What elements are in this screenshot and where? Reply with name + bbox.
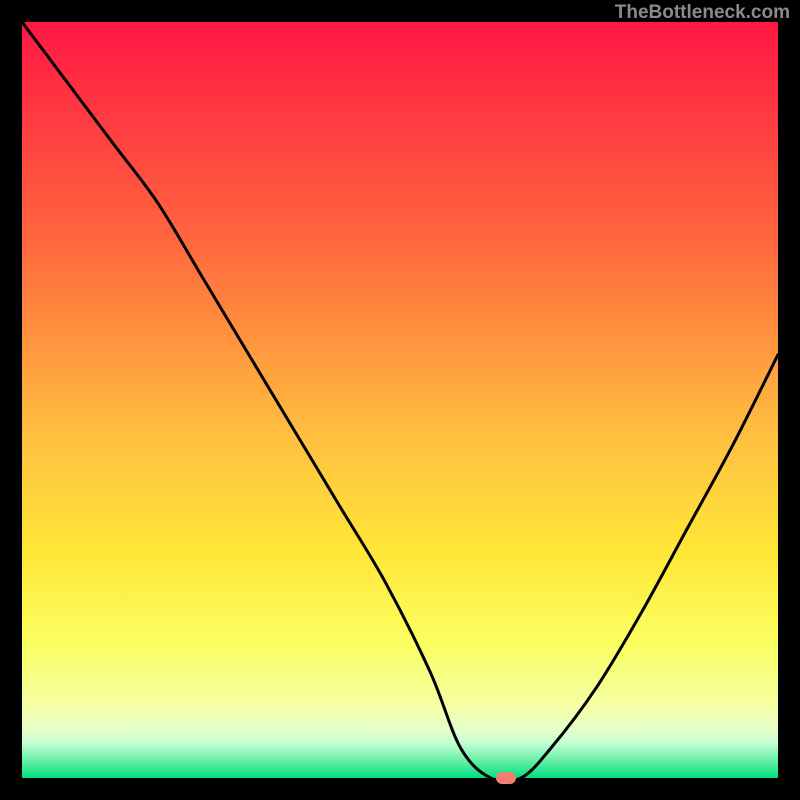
- chart-frame: TheBottleneck.com: [0, 0, 800, 800]
- plot-area: [22, 22, 778, 778]
- optimal-point-marker: [496, 772, 516, 784]
- heatmap-background: [22, 22, 778, 778]
- watermark-text: TheBottleneck.com: [615, 2, 790, 24]
